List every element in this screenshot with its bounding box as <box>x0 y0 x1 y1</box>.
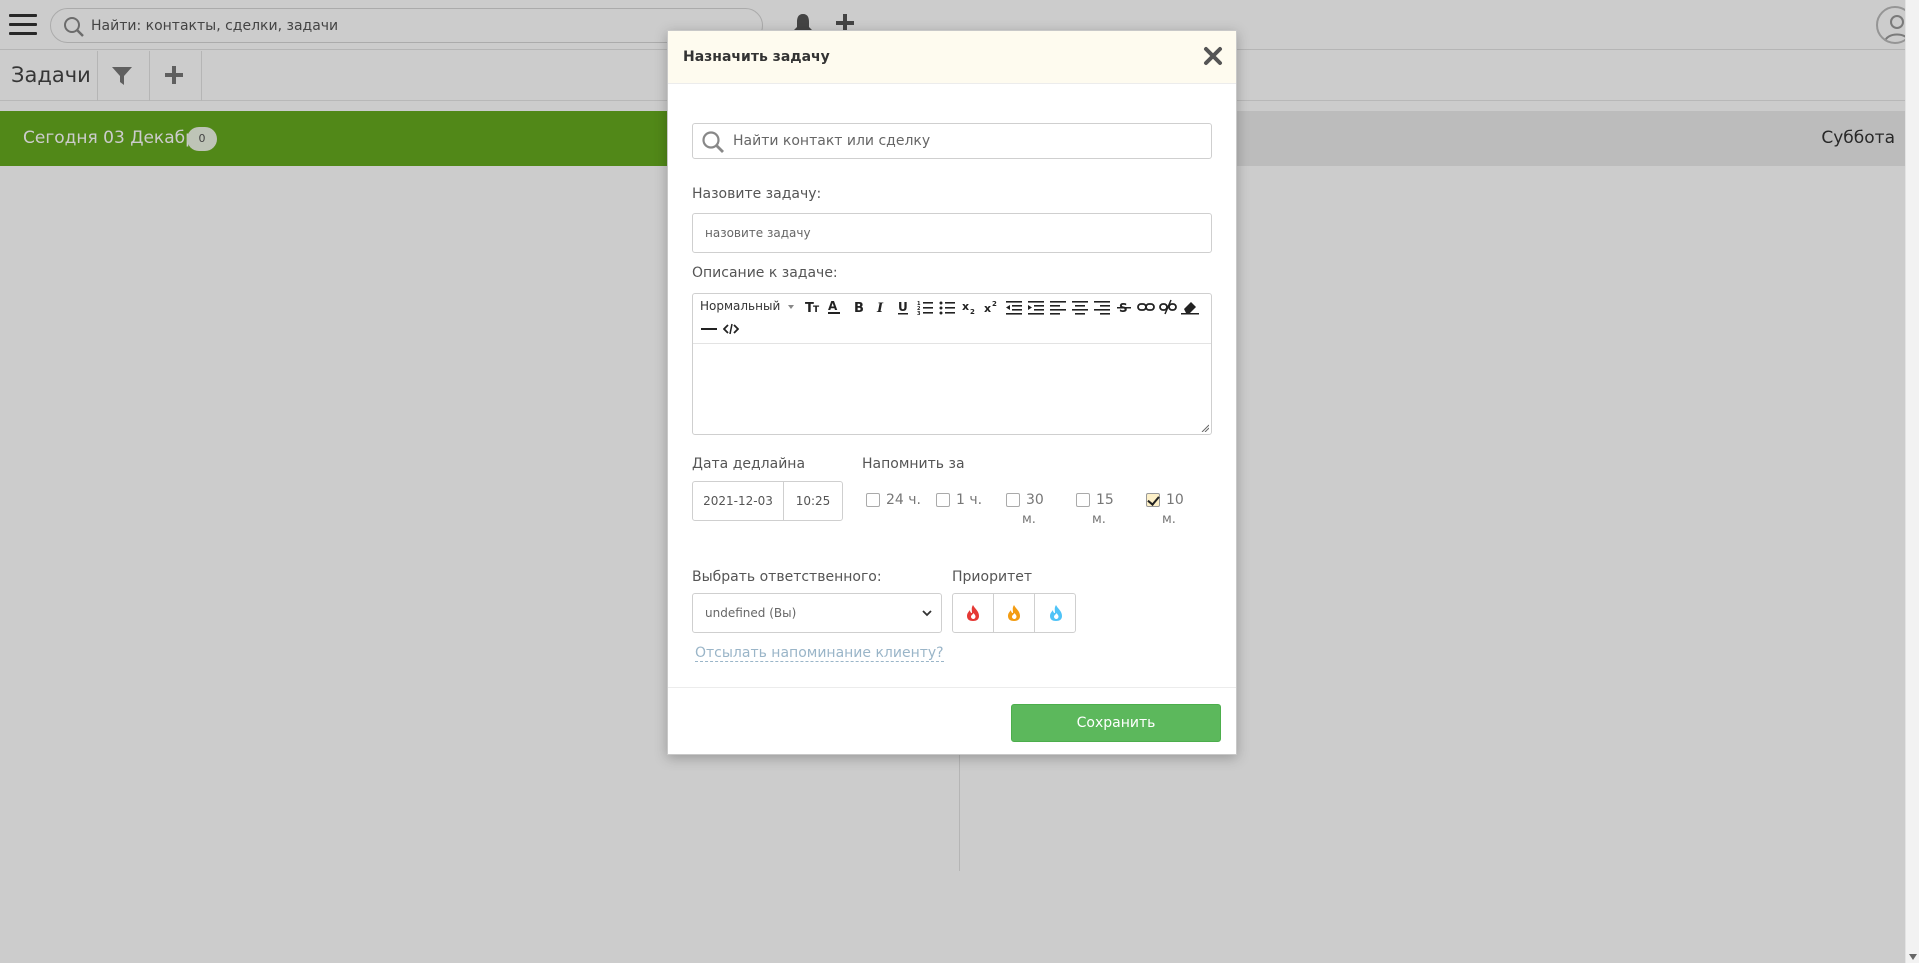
remind-client-link[interactable]: Отсылать напоминание клиенту? <box>695 645 944 662</box>
remind-10m-checkbox[interactable] <box>1146 493 1160 507</box>
remind-15m-unit: м. <box>1092 512 1106 527</box>
fire-blue-icon <box>1049 605 1062 621</box>
scroll-down-arrow-icon[interactable] <box>1909 954 1917 960</box>
align-right-icon[interactable] <box>1093 298 1111 316</box>
responsible-value: undefined (Вы) <box>705 606 797 620</box>
remind-15m-text: 15 <box>1096 492 1114 508</box>
paragraph-style-select[interactable]: Нормальный <box>700 299 795 313</box>
search-icon <box>702 131 724 153</box>
deadline-label: Дата дедлайна <box>692 456 806 472</box>
svg-text:I: I <box>876 301 884 315</box>
priority-group <box>952 593 1076 633</box>
deadline-group: 2021-12-03 10:25 <box>692 481 843 521</box>
bold-icon[interactable]: B <box>850 298 868 316</box>
editor-toolbar: Нормальный TT A B I U 123 x2 x2 S <box>693 294 1211 344</box>
chevron-down-icon <box>922 610 932 617</box>
contact-search[interactable] <box>692 123 1212 159</box>
description-label: Описание к задаче: <box>692 265 838 281</box>
priority-low-button[interactable] <box>1035 594 1076 632</box>
remind-30m-text: 30 <box>1026 492 1044 508</box>
remind-10m-text: 10 <box>1166 492 1184 508</box>
superscript-icon[interactable]: x2 <box>983 298 1001 316</box>
remind-30m-checkbox[interactable] <box>1006 493 1020 507</box>
link-icon[interactable] <box>1137 298 1155 316</box>
indent-icon[interactable] <box>1027 298 1045 316</box>
text-color-icon[interactable]: A <box>827 298 845 316</box>
fire-red-icon <box>967 605 979 621</box>
fire-orange-icon <box>1008 605 1020 621</box>
deadline-time-input[interactable]: 10:25 <box>784 482 842 520</box>
strikethrough-icon[interactable]: S <box>1115 298 1133 316</box>
font-size-icon[interactable]: TT <box>805 298 823 316</box>
outdent-icon[interactable] <box>1005 298 1023 316</box>
page-scrollbar[interactable] <box>1905 0 1919 963</box>
eraser-icon[interactable] <box>1181 298 1199 316</box>
unlink-icon[interactable] <box>1159 298 1177 316</box>
svg-text:x: x <box>984 302 991 315</box>
bullet-list-icon[interactable] <box>938 298 956 316</box>
caret-down-icon <box>788 304 795 309</box>
description-editor: Нормальный TT A B I U 123 x2 x2 S <box>692 293 1212 435</box>
assign-task-dialog: Назначить задачу Назовите задачу: Описан… <box>667 30 1237 755</box>
remind-30m-unit: м. <box>1022 512 1036 527</box>
remind-24h-text: 24 ч. <box>886 492 921 508</box>
italic-icon[interactable]: I <box>872 298 890 316</box>
task-name-label: Назовите задачу: <box>692 186 822 202</box>
priority-label: Приоритет <box>952 569 1032 585</box>
save-button[interactable]: Сохранить <box>1011 704 1221 742</box>
contact-search-input[interactable] <box>733 131 1193 151</box>
responsible-select[interactable]: undefined (Вы) <box>692 593 942 633</box>
svg-text:2: 2 <box>992 300 997 308</box>
paragraph-style-value: Нормальный <box>700 299 781 313</box>
deadline-date-input[interactable]: 2021-12-03 <box>693 482 784 520</box>
remind-10m-unit: м. <box>1162 512 1176 527</box>
dialog-footer-divider <box>668 687 1236 688</box>
remind-label: Напомнить за <box>862 456 965 472</box>
priority-high-button[interactable] <box>953 594 994 632</box>
svg-text:3: 3 <box>917 311 921 315</box>
priority-medium-button[interactable] <box>994 594 1035 632</box>
dialog-header: Назначить задачу <box>668 31 1236 84</box>
resize-handle-icon[interactable] <box>1201 424 1209 432</box>
dialog-title: Назначить задачу <box>683 49 830 65</box>
svg-text:T: T <box>813 305 820 315</box>
remind-1h-checkbox[interactable] <box>936 493 950 507</box>
responsible-label: Выбрать ответственного: <box>692 569 882 585</box>
svg-text:B: B <box>854 301 864 315</box>
close-icon[interactable] <box>1202 45 1224 67</box>
remind-24h-checkbox[interactable] <box>866 493 880 507</box>
align-center-icon[interactable] <box>1071 298 1089 316</box>
svg-text:U: U <box>898 300 908 314</box>
align-left-icon[interactable] <box>1049 298 1067 316</box>
svg-text:2: 2 <box>970 308 975 315</box>
description-textarea[interactable] <box>693 344 1211 434</box>
remind-15m-checkbox[interactable] <box>1076 493 1090 507</box>
ordered-list-icon[interactable]: 123 <box>916 298 934 316</box>
task-name-input[interactable] <box>692 213 1212 253</box>
code-view-icon[interactable] <box>722 320 740 338</box>
underline-icon[interactable]: U <box>894 298 912 316</box>
subscript-icon[interactable]: x2 <box>961 298 979 316</box>
horizontal-rule-icon[interactable] <box>700 320 718 338</box>
svg-text:A: A <box>828 299 838 313</box>
svg-text:x: x <box>962 300 969 313</box>
remind-1h-text: 1 ч. <box>956 492 983 508</box>
